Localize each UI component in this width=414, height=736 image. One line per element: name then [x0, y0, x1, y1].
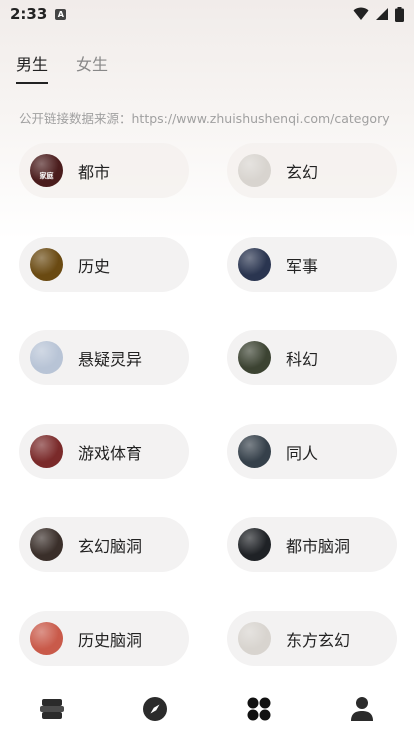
category-label: 历史: [78, 256, 111, 276]
category-cover-thumbnail: [238, 341, 271, 374]
category-item[interactable]: 家庭 都市: [19, 143, 189, 198]
category-label: 游戏体育: [78, 443, 143, 463]
signal-icon: [376, 8, 388, 20]
category-cover-thumbnail: [30, 341, 63, 374]
category-item[interactable]: 玄幻脑洞: [19, 517, 189, 572]
tab-male[interactable]: 男生: [16, 46, 49, 86]
status-time: 2:33: [10, 5, 48, 23]
wifi-icon: [353, 7, 369, 20]
category-item[interactable]: 历史脑洞: [19, 611, 189, 666]
category-label: 军事: [286, 256, 319, 276]
category-item[interactable]: 游戏体育: [19, 424, 189, 479]
category-label: 历史脑洞: [78, 630, 143, 650]
category-item[interactable]: 历史: [19, 237, 189, 292]
category-item[interactable]: 玄幻: [227, 143, 397, 198]
category-cover-thumbnail: [30, 622, 63, 655]
category-label: 都市: [78, 162, 111, 182]
data-source-text: 公开链接数据来源：https://www.zhuishushenqi.com/c…: [19, 111, 390, 126]
gender-tabs: 男生 女生: [16, 46, 108, 86]
bookshelf-icon: [39, 699, 64, 719]
category-item[interactable]: 军事: [227, 237, 397, 292]
nav-bookshelf-button[interactable]: [27, 689, 77, 729]
category-cover-thumbnail: [238, 154, 271, 187]
category-label: 悬疑灵异: [78, 349, 143, 369]
nav-discover-button[interactable]: [130, 689, 180, 729]
nav-profile-button[interactable]: [337, 689, 387, 729]
category-cover-thumbnail: [30, 248, 63, 281]
status-bar: 2:33 A: [0, 0, 414, 28]
profile-icon: [351, 697, 374, 721]
category-grid-icon: [247, 697, 271, 721]
category-cover-thumbnail: [238, 528, 271, 561]
battery-icon: [395, 6, 404, 22]
notification-a-icon: A: [55, 8, 67, 20]
compass-icon: [143, 697, 168, 721]
nav-category-button[interactable]: [234, 689, 284, 729]
category-item[interactable]: 悬疑灵异: [19, 330, 189, 385]
category-cover-thumbnail: [30, 528, 63, 561]
bottom-navigation: [0, 682, 414, 736]
category-label: 东方玄幻: [286, 630, 351, 650]
tab-female[interactable]: 女生: [76, 46, 108, 86]
category-label: 同人: [286, 443, 319, 463]
category-item[interactable]: 东方玄幻: [227, 611, 397, 666]
category-cover-thumbnail: [30, 435, 63, 468]
category-label: 科幻: [286, 349, 319, 369]
cover-thumbnail-text: 家庭: [39, 172, 54, 180]
category-item[interactable]: 科幻: [227, 330, 397, 385]
category-label: 都市脑洞: [286, 536, 351, 556]
category-label: 玄幻: [286, 162, 319, 182]
category-cover-thumbnail: [238, 435, 271, 468]
category-cover-thumbnail: [238, 248, 271, 281]
category-cover-thumbnail: 家庭: [30, 154, 63, 187]
category-label: 玄幻脑洞: [78, 536, 143, 556]
category-item[interactable]: 同人: [227, 424, 397, 479]
category-cover-thumbnail: [238, 622, 271, 655]
category-item[interactable]: 都市脑洞: [227, 517, 397, 572]
